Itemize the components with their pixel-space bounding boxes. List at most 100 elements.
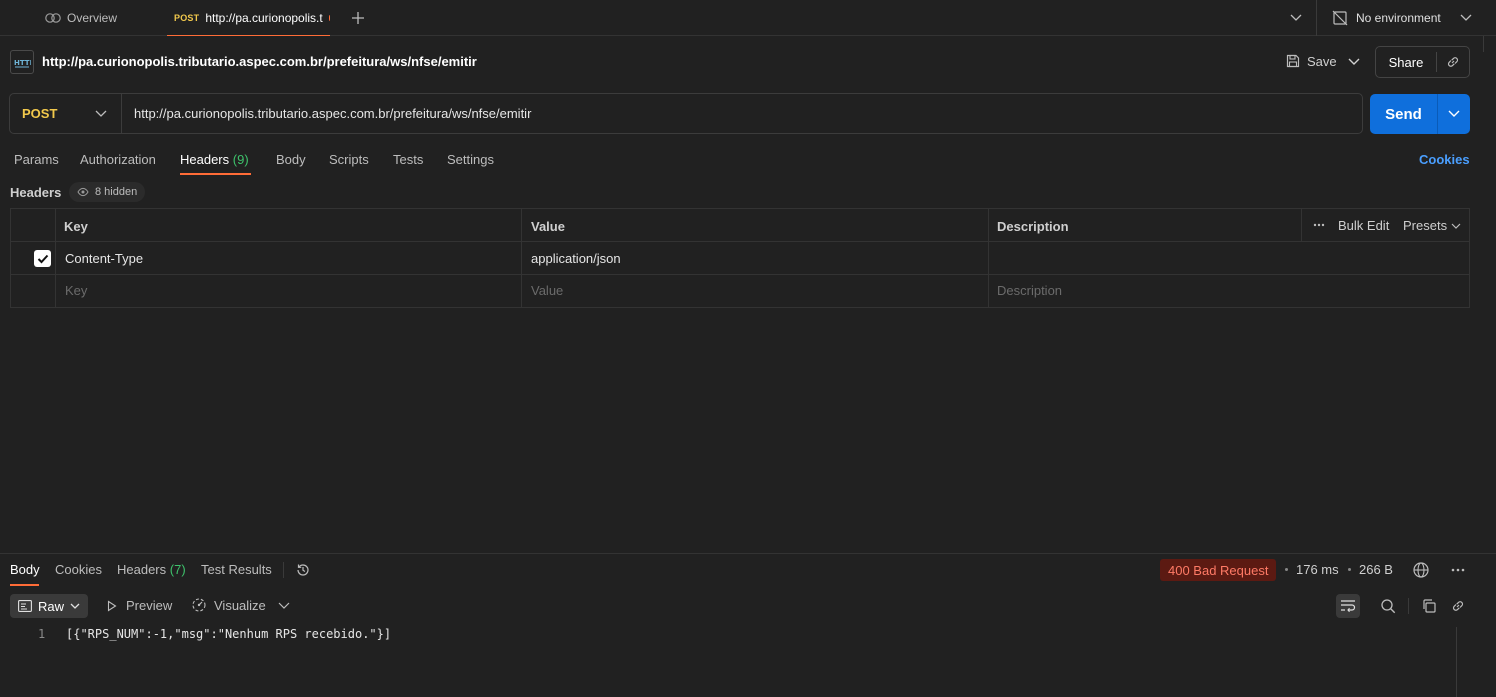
visualize-button[interactable]: Visualize (191, 597, 266, 613)
visualize-dropdown[interactable] (278, 601, 290, 611)
send-options-button[interactable] (1438, 109, 1470, 119)
chevron-down-icon (1460, 14, 1472, 21)
environment-selector[interactable]: No environment (1332, 9, 1472, 27)
response-size[interactable]: 266 B (1359, 562, 1393, 577)
chevron-down-icon (95, 110, 107, 117)
chevron-down-icon (1348, 58, 1360, 65)
tab-headers-label: Headers (180, 152, 230, 167)
link-icon (1447, 57, 1459, 67)
chevron-down-icon (1290, 14, 1302, 21)
response-body[interactable]: [{"RPS_NUM":-1,"msg":"Nenhum RPS recebid… (66, 627, 391, 641)
divider (11, 241, 1469, 242)
header-enabled-checkbox[interactable] (34, 250, 51, 267)
wrap-lines-button[interactable] (1336, 594, 1360, 618)
response-time[interactable]: 176 ms (1296, 562, 1339, 577)
separator-dot (1348, 568, 1351, 571)
tab-authorization[interactable]: Authorization (80, 152, 156, 167)
save-button[interactable]: Save (1285, 53, 1337, 69)
preview-label: Preview (126, 598, 173, 613)
response-tab-headers[interactable]: Headers (7) (117, 562, 186, 577)
eye-icon (77, 187, 89, 197)
format-selector[interactable]: Raw (10, 594, 88, 618)
divider (55, 209, 56, 307)
bulk-edit-button[interactable]: Bulk Edit (1338, 218, 1389, 233)
network-info-button[interactable] (1412, 561, 1430, 579)
environment-label: No environment (1356, 11, 1441, 25)
new-key-input[interactable]: Key (65, 283, 87, 298)
tab-settings[interactable]: Settings (447, 152, 494, 167)
copy-link-button[interactable] (1437, 54, 1469, 70)
divider (1301, 209, 1302, 241)
more-options-button[interactable] (1313, 221, 1325, 229)
chevron-down-icon (70, 603, 80, 609)
line-number: 1 (38, 627, 46, 641)
send-button[interactable]: Send (1370, 94, 1470, 134)
hidden-headers-toggle[interactable]: 8 hidden (69, 182, 146, 202)
response-tab-test-results[interactable]: Test Results (201, 562, 272, 577)
headers-table: Key Value Description Bulk Edit Presets … (10, 208, 1470, 308)
format-label: Raw (38, 598, 65, 614)
copy-response-button[interactable] (1421, 598, 1437, 614)
tabs-dropdown-button[interactable] (1289, 12, 1303, 24)
send-label: Send (1385, 105, 1422, 123)
divider (1483, 36, 1484, 52)
response-headers-count: (7) (169, 562, 186, 577)
tab-overview-label: Overview (67, 11, 118, 25)
svg-text:HTTP: HTTP (14, 59, 31, 67)
response-headers-label: Headers (117, 562, 167, 577)
url-bar: POST http://pa.curionopolis.tributario.a… (9, 93, 1363, 134)
plus-icon (352, 12, 364, 24)
divider (283, 562, 284, 578)
ellipsis-icon (1313, 223, 1325, 227)
globe-icon (1413, 562, 1429, 578)
no-environment-icon (1332, 10, 1348, 26)
method-label: POST (22, 106, 58, 121)
header-value-cell[interactable]: application/json (531, 251, 621, 266)
tab-overview[interactable]: Overview (45, 0, 117, 36)
preview-button[interactable]: Preview (106, 598, 172, 613)
response-more-button[interactable] (1451, 566, 1465, 574)
url-input[interactable]: http://pa.curionopolis.tributario.aspec.… (122, 106, 531, 121)
status-badge[interactable]: 400 Bad Request (1160, 559, 1277, 581)
active-tab-indicator (10, 584, 39, 586)
presets-dropdown[interactable]: Presets (1403, 218, 1461, 233)
tab-tests[interactable]: Tests (393, 152, 423, 167)
search-response-button[interactable] (1380, 598, 1396, 614)
cookies-link[interactable]: Cookies (1419, 152, 1470, 167)
link-icon (1452, 601, 1464, 611)
column-header-value: Value (531, 219, 565, 234)
share-response-button[interactable] (1450, 598, 1466, 614)
scrollbar-track[interactable] (1456, 627, 1457, 697)
history-icon (297, 564, 309, 576)
tab-headers-count: (9) (232, 152, 249, 167)
response-tab-body[interactable]: Body (10, 562, 40, 577)
method-selector[interactable]: POST (10, 94, 122, 133)
new-value-input[interactable]: Value (531, 283, 563, 298)
tab-body[interactable]: Body (276, 152, 306, 167)
headers-section-label: Headers (10, 185, 62, 200)
wrap-lines-icon (1341, 600, 1356, 613)
visualize-label: Visualize (214, 597, 266, 613)
divider (1316, 0, 1317, 36)
tab-method: POST (174, 12, 200, 23)
http-icon: HTTP (10, 50, 34, 74)
column-header-description: Description (997, 219, 1069, 234)
ellipsis-icon (1451, 568, 1465, 572)
active-tab-indicator (180, 173, 251, 175)
hidden-headers-count: 8 hidden (95, 186, 138, 198)
share-button[interactable]: Share (1375, 46, 1470, 78)
tab-request-active[interactable]: POST http://pa.curionopolis.t (167, 0, 330, 36)
tab-headers[interactable]: Headers (9) (180, 152, 249, 167)
tab-scripts[interactable]: Scripts (329, 152, 369, 167)
new-description-input[interactable]: Description (997, 283, 1062, 298)
tab-params[interactable]: Params (14, 152, 59, 167)
divider (1408, 598, 1409, 614)
history-button[interactable] (295, 562, 311, 578)
header-key-cell[interactable]: Content-Type (65, 251, 143, 266)
save-options-button[interactable] (1347, 56, 1361, 68)
request-title[interactable]: http://pa.curionopolis.tributario.aspec.… (42, 54, 477, 69)
copy-icon (1423, 599, 1436, 613)
new-tab-button[interactable] (350, 10, 366, 26)
response-tab-cookies[interactable]: Cookies (55, 562, 102, 577)
tab-request-title: http://pa.curionopolis.t (205, 10, 323, 25)
